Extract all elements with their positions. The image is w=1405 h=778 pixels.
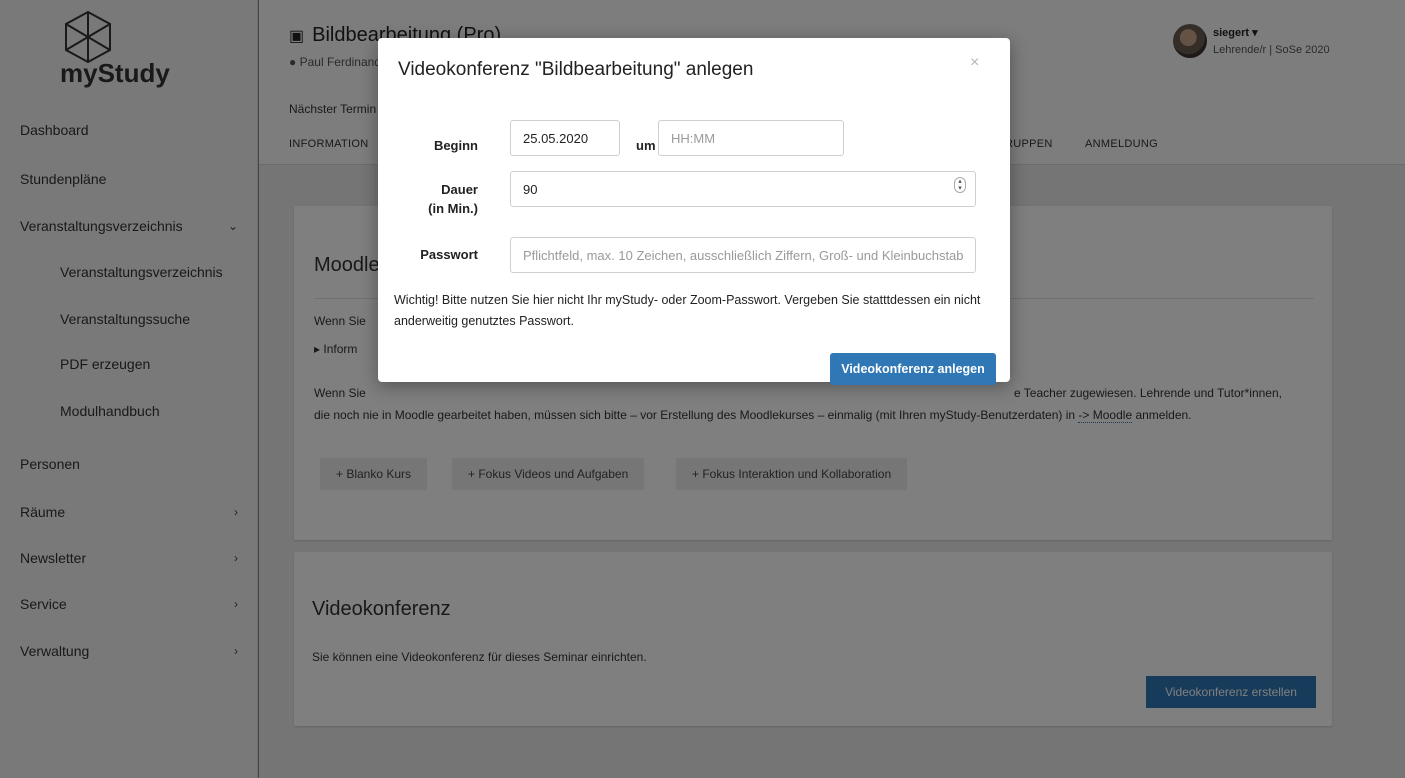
passwort-label: Passwort [420,247,478,262]
beginn-label: Beginn [433,138,478,153]
dauer-unit-label: (in Min.) [428,201,478,216]
close-icon[interactable]: × [970,54,979,72]
modal-title: Videokonferenz "Bildbearbeitung" anlegen [398,59,754,80]
dauer-label: Dauer [441,182,478,197]
dauer-input[interactable] [510,171,976,207]
password-warning: Wichtig! Bitte nutzen Sie hier nicht Ihr… [394,293,981,328]
number-spinner-icon[interactable]: ▴ ▾ [954,177,966,193]
um-label: um [636,138,656,153]
videokonferenz-modal: Videokonferenz "Bildbearbeitung" anlegen… [378,38,1010,385]
passwort-input[interactable] [510,237,976,273]
date-input[interactable] [510,120,620,156]
time-input[interactable] [658,120,844,156]
videokonferenz-anlegen-button[interactable]: Videokonferenz anlegen [830,353,996,385]
